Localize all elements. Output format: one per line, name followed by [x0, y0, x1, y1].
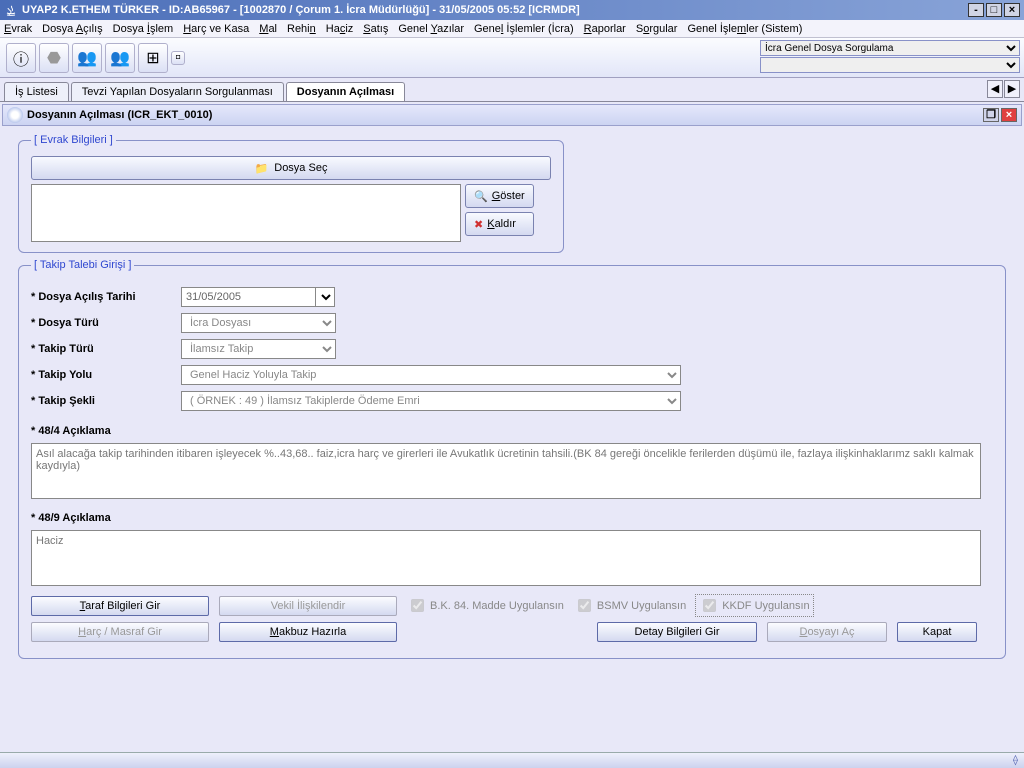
- toolbar-btn-1[interactable]: ⓘ: [6, 43, 36, 73]
- menu-raporlar[interactable]: Raporlar: [584, 23, 626, 35]
- panel-title: Dosyanın Açılması (ICR_EKT_0010): [27, 109, 212, 121]
- remove-icon: ✖: [474, 218, 483, 231]
- tool-bar: ⓘ ⬣ 👥 👥 ⊞ ▫ İcra Genel Dosya Sorgulama: [0, 38, 1024, 78]
- file-list[interactable]: [31, 184, 461, 242]
- panel-close[interactable]: ×: [1001, 108, 1017, 122]
- input-tarih[interactable]: [181, 287, 316, 307]
- menu-islemler-sistem[interactable]: Genel İşlemler (Sistem): [687, 23, 802, 35]
- label-dosyaturu: * Dosya Türü: [31, 317, 181, 329]
- panel-icon: [7, 107, 23, 123]
- label-takipsekli: * Takip Şekli: [31, 395, 181, 407]
- kaldir-button[interactable]: ✖ Kaldır: [465, 212, 534, 236]
- panel-maximize[interactable]: ❐: [983, 108, 999, 122]
- panel-body: [ Evrak Bilgileri ] 📁 Dosya Seç 🔍 Göster…: [4, 128, 1020, 750]
- menu-mal[interactable]: Mal: [259, 23, 277, 35]
- tab-dosya-acilmasi[interactable]: Dosyanın Açılması: [286, 82, 405, 101]
- menu-satis[interactable]: Satış: [363, 23, 388, 35]
- select-takipturu[interactable]: İlamsız Takip: [181, 339, 336, 359]
- toolbar-btn-2[interactable]: ⬣: [39, 43, 69, 73]
- menu-yazilar[interactable]: Genel Yazılar: [398, 23, 464, 35]
- menu-harc[interactable]: Harç ve Kasa: [183, 23, 249, 35]
- menu-evrak[interactable]: Evrak: [4, 23, 32, 35]
- binoculars-icon: 🔍: [474, 190, 488, 203]
- tab-next[interactable]: ▶: [1004, 80, 1020, 98]
- detay-bilgileri-button[interactable]: Detay Bilgileri Gir: [597, 622, 757, 642]
- check-bsmv[interactable]: BSMV Uygulansın: [574, 596, 686, 615]
- menu-haciz[interactable]: Haciz: [326, 23, 354, 35]
- panel-header: Dosyanın Açılması (ICR_EKT_0010) ❐ ×: [2, 104, 1022, 126]
- minimize-button[interactable]: -: [968, 3, 984, 17]
- takip-talebi-group: [ Takip Talebi Girişi ] * Dosya Açılış T…: [18, 259, 1006, 659]
- select-takipyolu[interactable]: Genel Haciz Yoluyla Takip: [181, 365, 681, 385]
- evrak-bilgileri-group: [ Evrak Bilgileri ] 📁 Dosya Seç 🔍 Göster…: [18, 134, 564, 253]
- dosya-sec-button[interactable]: 📁 Dosya Seç: [31, 156, 551, 180]
- resize-grip-icon[interactable]: ⟠: [1013, 755, 1018, 766]
- tab-tevzi[interactable]: Tevzi Yapılan Dosyaların Sorgulanması: [71, 82, 284, 101]
- label-takipturu: * Takip Türü: [31, 343, 181, 355]
- dosya-sec-label: Dosya Seç: [274, 162, 327, 174]
- java-icon: [4, 3, 18, 17]
- menu-dosyaacilis[interactable]: Dosya Açılış: [42, 23, 103, 35]
- title-text: UYAP2 K.ETHEM TÜRKER - ID:AB65967 - [100…: [22, 4, 580, 16]
- goster-button[interactable]: 🔍 Göster: [465, 184, 534, 208]
- top-search-combo-1[interactable]: İcra Genel Dosya Sorgulama: [760, 40, 1020, 56]
- maximize-button[interactable]: □: [986, 3, 1002, 17]
- toolbar-btn-4[interactable]: 👥: [105, 43, 135, 73]
- select-takipsekli[interactable]: ( ÖRNEK : 49 ) İlamsız Takiplerde Ödeme …: [181, 391, 681, 411]
- harc-masraf-button[interactable]: Harç / Masraf Gir: [31, 622, 209, 642]
- menu-bar: Evrak Dosya Açılış Dosya İşlem Harç ve K…: [0, 20, 1024, 38]
- label-489: * 48/9 Açıklama: [31, 512, 181, 524]
- menu-sorgular[interactable]: Sorgular: [636, 23, 678, 35]
- title-bar: UYAP2 K.ETHEM TÜRKER - ID:AB65967 - [100…: [0, 0, 1024, 20]
- tab-is-listesi[interactable]: İş Listesi: [4, 82, 69, 101]
- dosyayi-ac-button[interactable]: Dosyayı Aç: [767, 622, 887, 642]
- vekil-iliskilendir-button[interactable]: Vekil İlişkilendir: [219, 596, 397, 616]
- toolbar-btn-3[interactable]: 👥: [72, 43, 102, 73]
- menu-dosyaislem[interactable]: Dosya İşlem: [113, 23, 174, 35]
- menu-rehin[interactable]: Rehin: [287, 23, 316, 35]
- dropdown-tarih[interactable]: [315, 287, 335, 307]
- tab-row: İş Listesi Tevzi Yapılan Dosyaların Sorg…: [0, 78, 1024, 102]
- status-bar: ⟠: [0, 752, 1024, 768]
- toolbar-btn-6[interactable]: ▫: [171, 51, 185, 65]
- taraf-bilgileri-button[interactable]: Taraf Bilgileri Gir: [31, 596, 209, 616]
- close-button[interactable]: ×: [1004, 3, 1020, 17]
- check-kkdf[interactable]: KKDF Uygulansın: [696, 595, 812, 616]
- folder-icon: 📁: [255, 162, 269, 175]
- makbuz-hazirla-button[interactable]: Makbuz Hazırla: [219, 622, 397, 642]
- takip-legend: [ Takip Talebi Girişi ]: [31, 259, 134, 271]
- evrak-legend: [ Evrak Bilgileri ]: [31, 134, 116, 146]
- textarea-484[interactable]: Asıl alacağa takip tarihinden itibaren i…: [31, 443, 981, 499]
- kapat-button[interactable]: Kapat: [897, 622, 977, 642]
- top-search-combo-2[interactable]: [760, 57, 1020, 73]
- select-dosyaturu[interactable]: İcra Dosyası: [181, 313, 336, 333]
- menu-islemler-icra[interactable]: Genel İşlemler (İcra): [474, 23, 574, 35]
- tab-prev[interactable]: ◀: [987, 80, 1003, 98]
- toolbar-btn-5[interactable]: ⊞: [138, 43, 168, 73]
- check-bk84[interactable]: B.K. 84. Madde Uygulansın: [407, 596, 564, 615]
- label-takipyolu: * Takip Yolu: [31, 369, 181, 381]
- label-484: * 48/4 Açıklama: [31, 425, 181, 437]
- textarea-489[interactable]: Haciz: [31, 530, 981, 586]
- label-tarih: * Dosya Açılış Tarihi: [31, 291, 181, 303]
